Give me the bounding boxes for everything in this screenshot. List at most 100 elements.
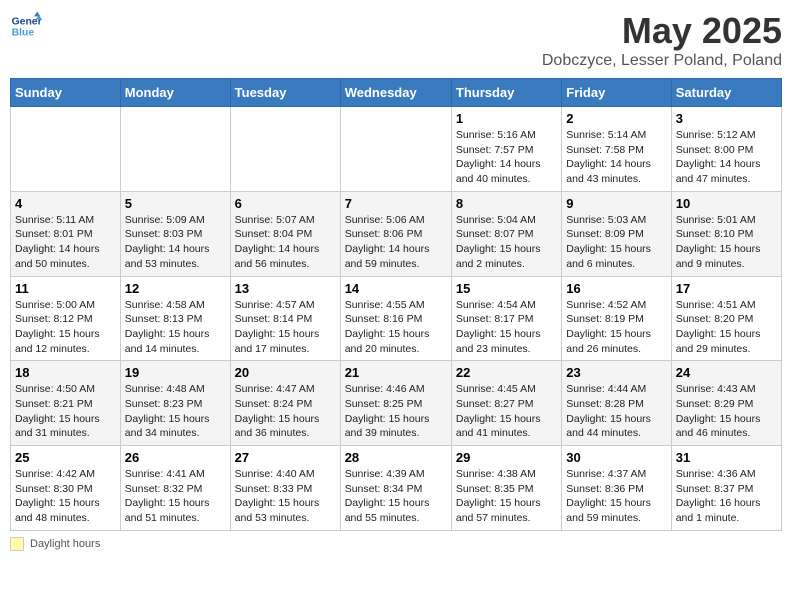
- table-row: 13Sunrise: 4:57 AM Sunset: 8:14 PM Dayli…: [230, 276, 340, 361]
- date-number: 11: [15, 281, 116, 296]
- date-number: 16: [566, 281, 666, 296]
- cell-content: Sunrise: 5:03 AM Sunset: 8:09 PM Dayligh…: [566, 213, 666, 272]
- page-title: May 2025: [542, 10, 782, 52]
- day-header-friday: Friday: [562, 79, 671, 107]
- table-row: 10 Sunrise: 5:01 AM Sunset: 8:10 PM Dayli…: [671, 191, 781, 276]
- cell-content: Sunrise: 5:07 AM Sunset: 8:04 PM Dayligh…: [235, 213, 336, 272]
- cell-content: Sunrise: 4:43 AM Sunset: 8:29 PM Dayligh…: [676, 382, 777, 441]
- cell-content: Sunrise: 5:01 AM Sunset: 8:10 PM Dayligh…: [676, 213, 777, 272]
- table-row: 16 Sunrise: 4:52 AM Sunset: 8:19 PM Dayli…: [562, 276, 671, 361]
- table-row: 27 Sunrise: 4:40 AM Sunset: 8:33 PM Dayli…: [230, 446, 340, 531]
- date-number: 1: [456, 111, 557, 126]
- table-row: 11 Sunrise: 5:00 AM Sunset: 8:12 PM Dayli…: [11, 276, 121, 361]
- table-row: [230, 107, 340, 192]
- cell-content: Sunrise: 5:00 AM Sunset: 8:12 PM Dayligh…: [15, 298, 116, 357]
- cell-content: Sunrise: 4:39 AM Sunset: 8:34 PM Dayligh…: [345, 467, 447, 526]
- table-row: 28 Sunrise: 4:39 AM Sunset: 8:34 PM Dayli…: [340, 446, 451, 531]
- cell-content: Sunrise: 4:58 AM Sunset: 8:13 PM Dayligh…: [125, 298, 226, 357]
- date-number: 4: [15, 196, 116, 211]
- table-row: 21 Sunrise: 4:46 AM Sunset: 8:25 PM Dayli…: [340, 361, 451, 446]
- date-number: 26: [125, 450, 226, 465]
- cell-content: Sunrise: 4:51 AM Sunset: 8:20 PM Dayligh…: [676, 298, 777, 357]
- table-row: 2 Sunrise: 5:14 AM Sunset: 7:58 PM Daylig…: [562, 107, 671, 192]
- date-number: 12: [125, 281, 226, 296]
- table-row: 8 Sunrise: 5:04 AM Sunset: 8:07 PM Daylig…: [451, 191, 561, 276]
- table-row: 18 Sunrise: 4:50 AM Sunset: 8:21 PM Dayli…: [11, 361, 121, 446]
- date-number: 25: [15, 450, 116, 465]
- date-number: 8: [456, 196, 557, 211]
- table-row: [11, 107, 121, 192]
- date-number: 23: [566, 365, 666, 380]
- table-row: 4 Sunrise: 5:11 AM Sunset: 8:01 PM Daylig…: [11, 191, 121, 276]
- date-number: 22: [456, 365, 557, 380]
- day-header-monday: Monday: [120, 79, 230, 107]
- date-number: 18: [15, 365, 116, 380]
- cell-content: Sunrise: 4:45 AM Sunset: 8:27 PM Dayligh…: [456, 382, 557, 441]
- cell-content: Sunrise: 4:47 AM Sunset: 8:24 PM Dayligh…: [235, 382, 336, 441]
- page-subtitle: Dobczyce, Lesser Poland, Poland: [542, 52, 782, 70]
- cell-content: Sunrise: 4:40 AM Sunset: 8:33 PM Dayligh…: [235, 467, 336, 526]
- table-row: 23 Sunrise: 4:44 AM Sunset: 8:28 PM Dayli…: [562, 361, 671, 446]
- cell-content: Sunrise: 4:46 AM Sunset: 8:25 PM Dayligh…: [345, 382, 447, 441]
- day-header-thursday: Thursday: [451, 79, 561, 107]
- day-header-tuesday: Tuesday: [230, 79, 340, 107]
- header: General Blue May 2025 Dobczyce, Lesser P…: [10, 10, 782, 70]
- date-number: 28: [345, 450, 447, 465]
- cell-content: Sunrise: 4:44 AM Sunset: 8:28 PM Dayligh…: [566, 382, 666, 441]
- cell-content: Sunrise: 4:41 AM Sunset: 8:32 PM Dayligh…: [125, 467, 226, 526]
- table-row: 6 Sunrise: 5:07 AM Sunset: 8:04 PM Daylig…: [230, 191, 340, 276]
- table-row: 5 Sunrise: 5:09 AM Sunset: 8:03 PM Daylig…: [120, 191, 230, 276]
- cell-content: Sunrise: 4:52 AM Sunset: 8:19 PM Dayligh…: [566, 298, 666, 357]
- table-row: 22 Sunrise: 4:45 AM Sunset: 8:27 PM Dayli…: [451, 361, 561, 446]
- date-number: 2: [566, 111, 666, 126]
- cell-content: Sunrise: 4:50 AM Sunset: 8:21 PM Dayligh…: [15, 382, 116, 441]
- table-row: 17Sunrise: 4:51 AM Sunset: 8:20 PM Dayli…: [671, 276, 781, 361]
- cell-content: Sunrise: 5:11 AM Sunset: 8:01 PM Dayligh…: [15, 213, 116, 272]
- date-number: 24: [676, 365, 777, 380]
- svg-text:Blue: Blue: [12, 28, 35, 39]
- date-number: 29: [456, 450, 557, 465]
- logo: General Blue: [10, 10, 42, 42]
- table-row: 1 Sunrise: 5:16 AM Sunset: 7:57 PM Daylig…: [451, 107, 561, 192]
- cell-content: Sunrise: 4:36 AM Sunset: 8:37 PM Dayligh…: [676, 467, 777, 526]
- cell-content: Sunrise: 5:16 AM Sunset: 7:57 PM Dayligh…: [456, 128, 557, 187]
- cell-content: Sunrise: 4:42 AM Sunset: 8:30 PM Dayligh…: [15, 467, 116, 526]
- date-number: 6: [235, 196, 336, 211]
- table-row: 7Sunrise: 5:06 AM Sunset: 8:06 PM Daylig…: [340, 191, 451, 276]
- day-header-sunday: Sunday: [11, 79, 121, 107]
- date-number: 27: [235, 450, 336, 465]
- day-header-wednesday: Wednesday: [340, 79, 451, 107]
- cell-content: Sunrise: 4:54 AM Sunset: 8:17 PM Dayligh…: [456, 298, 557, 357]
- table-row: 3 Sunrise: 5:12 AM Sunset: 8:00 PM Daylig…: [671, 107, 781, 192]
- table-row: 31 Sunrise: 4:36 AM Sunset: 8:37 PM Dayli…: [671, 446, 781, 531]
- cell-content: Sunrise: 5:09 AM Sunset: 8:03 PM Dayligh…: [125, 213, 226, 272]
- date-number: 21: [345, 365, 447, 380]
- date-number: 13: [235, 281, 336, 296]
- cell-content: Sunrise: 5:04 AM Sunset: 8:07 PM Dayligh…: [456, 213, 557, 272]
- logo-icon: General Blue: [10, 10, 42, 42]
- table-row: 30 Sunrise: 4:37 AM Sunset: 8:36 PM Dayli…: [562, 446, 671, 531]
- date-number: 31: [676, 450, 777, 465]
- table-row: 15 Sunrise: 4:54 AM Sunset: 8:17 PM Dayli…: [451, 276, 561, 361]
- date-number: 5: [125, 196, 226, 211]
- cell-content: Sunrise: 4:55 AM Sunset: 8:16 PM Dayligh…: [345, 298, 447, 357]
- cell-content: Sunrise: 5:12 AM Sunset: 8:00 PM Dayligh…: [676, 128, 777, 187]
- cell-content: Sunrise: 5:14 AM Sunset: 7:58 PM Dayligh…: [566, 128, 666, 187]
- table-row: 12 Sunrise: 4:58 AM Sunset: 8:13 PM Dayli…: [120, 276, 230, 361]
- cell-content: Sunrise: 4:38 AM Sunset: 8:35 PM Dayligh…: [456, 467, 557, 526]
- calendar-table: SundayMondayTuesdayWednesdayThursdayFrid…: [10, 78, 782, 531]
- table-row: 14Sunrise: 4:55 AM Sunset: 8:16 PM Dayli…: [340, 276, 451, 361]
- table-row: [340, 107, 451, 192]
- date-number: 30: [566, 450, 666, 465]
- date-number: 9: [566, 196, 666, 211]
- daylight-label: Daylight hours: [30, 538, 100, 550]
- date-number: 3: [676, 111, 777, 126]
- date-number: 15: [456, 281, 557, 296]
- cell-content: Sunrise: 5:06 AM Sunset: 8:06 PM Dayligh…: [345, 213, 447, 272]
- date-number: 19: [125, 365, 226, 380]
- table-row: [120, 107, 230, 192]
- day-header-saturday: Saturday: [671, 79, 781, 107]
- date-number: 10: [676, 196, 777, 211]
- cell-content: Sunrise: 4:37 AM Sunset: 8:36 PM Dayligh…: [566, 467, 666, 526]
- footer: Daylight hours: [10, 537, 782, 551]
